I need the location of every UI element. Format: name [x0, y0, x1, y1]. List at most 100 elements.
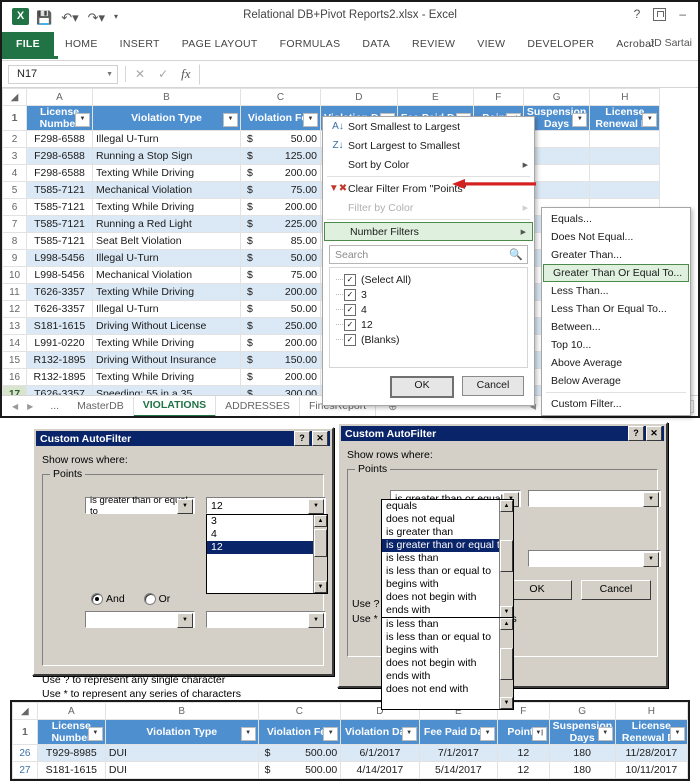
cell-violation-date[interactable]: 6/1/2017: [340, 744, 420, 762]
cell-violation-type[interactable]: DUI: [104, 744, 259, 762]
ribbon-display-options-icon[interactable]: [653, 7, 667, 21]
cell-violation-fee[interactable]: $500.00: [257, 761, 342, 779]
enter-icon[interactable]: ✓: [158, 67, 168, 81]
cell-violation-fee[interactable]: $200.00: [240, 334, 321, 352]
cell-points[interactable]: 12: [497, 744, 550, 762]
cell-violation-fee[interactable]: $225.00: [240, 215, 321, 233]
cell-violation-fee[interactable]: $500.00: [257, 744, 342, 762]
row-header-27[interactable]: 27: [12, 761, 38, 779]
list-option[interactable]: begins with: [382, 644, 500, 657]
cell-license-renewal-date[interactable]: [589, 147, 661, 165]
column-header-h[interactable]: H: [614, 702, 688, 720]
help-icon[interactable]: ?: [634, 7, 641, 21]
row-header-7[interactable]: 7: [2, 215, 27, 233]
filter-button-d[interactable]: ▼: [401, 727, 417, 741]
row-header-1[interactable]: 1: [2, 105, 27, 131]
minimize-icon[interactable]: –: [679, 7, 686, 21]
next-sheet-icon[interactable]: ▶: [27, 402, 33, 411]
formula-input[interactable]: [198, 63, 698, 85]
menu-item-sort-by-color[interactable]: Sort by Color ▶: [323, 155, 534, 174]
cell-violation-type[interactable]: Illegal U-Turn: [92, 300, 241, 318]
column-header-a[interactable]: A: [26, 88, 93, 106]
filter-checkbox-item[interactable]: ✓ (Blanks): [336, 332, 527, 347]
row-header-4[interactable]: 4: [2, 164, 27, 182]
cell-violation-type[interactable]: Texting While Driving: [92, 368, 241, 386]
prev-sheet-icon[interactable]: ◀: [12, 402, 18, 411]
list-scrollbar[interactable]: ▲ ▼: [499, 618, 513, 709]
cell-license-number[interactable]: T929-8985: [36, 744, 106, 762]
filter-button-h[interactable]: ▼: [642, 113, 658, 127]
row-header-15[interactable]: 15: [2, 351, 27, 369]
cell-points[interactable]: 12: [497, 761, 550, 779]
list-option[interactable]: is greater than or equal to: [382, 539, 500, 552]
scrollbar-thumb[interactable]: [500, 648, 513, 680]
column-header-b[interactable]: B: [92, 88, 241, 106]
row-header-11[interactable]: 11: [2, 283, 27, 301]
cell-violation-fee[interactable]: $75.00: [240, 181, 321, 199]
column-header-h[interactable]: H: [589, 88, 661, 106]
list-option[interactable]: 12: [207, 541, 314, 554]
cell-violation-type[interactable]: Texting While Driving: [92, 283, 241, 301]
sheet-nav-arrows[interactable]: ◀ ▶: [2, 402, 41, 411]
row-header-6[interactable]: 6: [2, 198, 27, 216]
column-header-c[interactable]: C: [257, 702, 342, 720]
number-filter-item-does-not-equal[interactable]: Does Not Equal...: [542, 228, 690, 246]
list-option[interactable]: is greater than: [382, 526, 500, 539]
list-scrollbar[interactable]: ▲ ▼: [499, 500, 513, 618]
cell-violation-type[interactable]: Driving Without License: [92, 317, 241, 335]
radio-or[interactable]: Or: [143, 593, 170, 605]
list-option[interactable]: 4: [207, 528, 314, 541]
chevron-down-icon[interactable]: ▼: [177, 499, 193, 514]
cell-license-number[interactable]: L998-5456: [26, 266, 93, 284]
cell-violation-type[interactable]: Seat Belt Violation: [92, 232, 241, 250]
close-button[interactable]: ✕: [312, 431, 328, 446]
number-filter-item-between[interactable]: Between...: [542, 318, 690, 336]
cell-license-number[interactable]: T626-3357: [26, 300, 93, 318]
filter-cancel-button[interactable]: Cancel: [462, 376, 524, 396]
cell-violation-type[interactable]: Illegal U-Turn: [92, 249, 241, 267]
column-header-c[interactable]: C: [240, 88, 321, 106]
column-header-f[interactable]: F: [472, 88, 524, 106]
cell-license-number[interactable]: T585-7121: [26, 215, 93, 233]
cell-license-renewal-date[interactable]: [589, 130, 661, 148]
chevron-down-icon[interactable]: ▼: [643, 492, 659, 507]
tab-home[interactable]: HOME: [54, 32, 109, 56]
cell-suspension-days[interactable]: 180: [548, 761, 616, 779]
cell-license-number[interactable]: S181-1615: [26, 317, 93, 335]
list-option[interactable]: ends with: [382, 670, 500, 683]
list-option[interactable]: 3: [207, 515, 314, 528]
list-option[interactable]: ends with: [382, 604, 500, 617]
operator-dropdown-list-2[interactable]: is less than is less than or equal to begi…: [381, 617, 514, 710]
filter-checkbox-item[interactable]: ✓ 3: [336, 287, 527, 302]
column-header-g[interactable]: G: [522, 88, 591, 106]
cell-violation-type[interactable]: DUI: [104, 761, 259, 779]
number-filter-item-greater-than[interactable]: Greater Than...: [542, 246, 690, 264]
name-box[interactable]: N17 ▼: [8, 64, 118, 84]
number-filter-item-less-than-or-equal-to[interactable]: Less Than Or Equal To...: [542, 300, 690, 318]
filter-button-g[interactable]: ▼: [572, 113, 588, 127]
row-header-13[interactable]: 13: [2, 317, 27, 335]
tab-developer[interactable]: DEVELOPER: [516, 32, 605, 56]
list-option[interactable]: begins with: [382, 578, 500, 591]
cell-license-number[interactable]: R132-1895: [26, 351, 93, 369]
sheet-tab-violations[interactable]: VIOLATIONS: [133, 395, 217, 416]
cell-violation-fee[interactable]: $50.00: [240, 300, 321, 318]
scrollbar-thumb[interactable]: [314, 529, 327, 557]
list-option[interactable]: is less than: [382, 552, 500, 565]
chevron-down-icon[interactable]: ▼: [106, 71, 113, 78]
cell-violation-type[interactable]: Texting While Driving: [92, 198, 241, 216]
sheet-tab-addresses[interactable]: ADDRESSES: [216, 396, 300, 416]
row-header-8[interactable]: 8: [2, 232, 27, 250]
row-header-16[interactable]: 16: [2, 368, 27, 386]
cell-violation-fee[interactable]: $200.00: [240, 368, 321, 386]
column-header-b[interactable]: B: [104, 702, 259, 720]
cell-license-number[interactable]: L991-0220: [26, 334, 93, 352]
scroll-up-icon[interactable]: ▲: [500, 618, 513, 630]
column-header-a[interactable]: A: [36, 702, 106, 720]
cell-license-number[interactable]: F298-6588: [26, 164, 93, 182]
cell-fee-paid-date[interactable]: 7/1/2017: [418, 744, 499, 762]
cell-violation-fee[interactable]: $200.00: [240, 283, 321, 301]
list-option[interactable]: does not begin with: [382, 657, 500, 670]
cell-suspension-days[interactable]: 180: [548, 744, 616, 762]
cancel-button[interactable]: Cancel: [581, 580, 651, 600]
